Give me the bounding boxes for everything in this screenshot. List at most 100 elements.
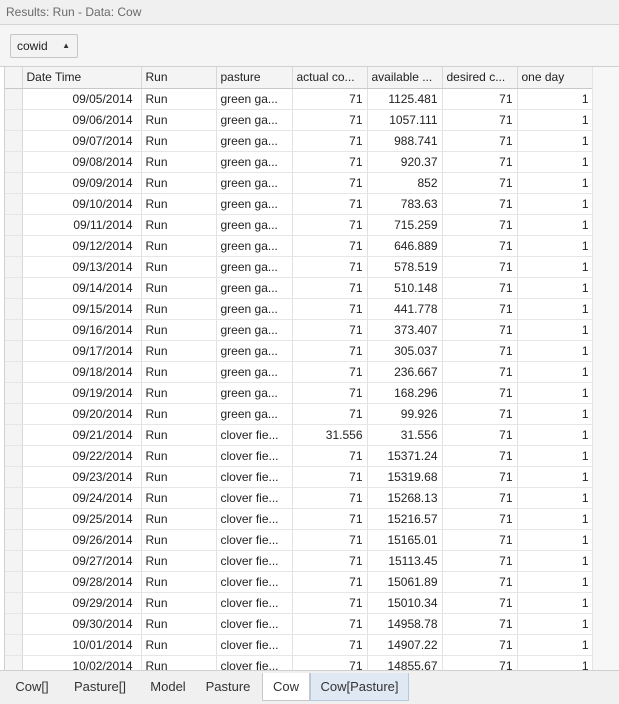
- one-day-cell[interactable]: 1: [517, 214, 594, 236]
- tab-cow-pasture[interactable]: Cow[Pasture]: [310, 673, 409, 701]
- available-cell[interactable]: 783.63: [367, 193, 443, 215]
- date-time-cell[interactable]: 09/20/2014: [22, 403, 142, 425]
- desired-consumption-cell[interactable]: 71: [442, 151, 518, 173]
- pasture-cell[interactable]: green ga...: [216, 214, 293, 236]
- table-row[interactable]: 09/28/2014 Run clover fie... 71 15061.89 71 1: [5, 571, 594, 593]
- pasture-cell[interactable]: clover fie...: [216, 445, 293, 467]
- pasture-cell[interactable]: green ga...: [216, 298, 293, 320]
- tab-model[interactable]: Model: [140, 673, 196, 701]
- pasture-cell[interactable]: green ga...: [216, 172, 293, 194]
- run-cell[interactable]: Run: [141, 403, 217, 425]
- one-day-cell[interactable]: 1: [517, 88, 594, 110]
- actual-consumption-cell[interactable]: 71: [292, 298, 368, 320]
- row-indicator[interactable]: [5, 466, 23, 488]
- one-day-cell[interactable]: 1: [517, 382, 594, 404]
- date-time-cell[interactable]: 09/29/2014: [22, 592, 142, 614]
- pasture-cell[interactable]: clover fie...: [216, 571, 293, 593]
- available-cell[interactable]: 14958.78: [367, 613, 443, 635]
- desired-consumption-cell[interactable]: 71: [442, 88, 518, 110]
- date-time-cell[interactable]: 09/17/2014: [22, 340, 142, 362]
- table-row[interactable]: 09/13/2014 Run green ga... 71 578.519 71 1: [5, 256, 594, 278]
- date-time-cell[interactable]: 09/12/2014: [22, 235, 142, 257]
- desired-consumption-cell[interactable]: 71: [442, 613, 518, 635]
- run-cell[interactable]: Run: [141, 130, 217, 152]
- desired-consumption-cell[interactable]: 71: [442, 466, 518, 488]
- row-indicator[interactable]: [5, 130, 23, 152]
- row-indicator[interactable]: [5, 88, 23, 110]
- one-day-cell[interactable]: 1: [517, 340, 594, 362]
- row-indicator[interactable]: [5, 298, 23, 320]
- actual-consumption-cell[interactable]: 71: [292, 466, 368, 488]
- desired-consumption-cell[interactable]: 71: [442, 277, 518, 299]
- one-day-cell[interactable]: 1: [517, 403, 594, 425]
- tab-pasture[interactable]: Pasture: [198, 673, 258, 701]
- row-indicator[interactable]: [5, 319, 23, 341]
- actual-consumption-cell[interactable]: 71: [292, 361, 368, 383]
- desired-consumption-cell[interactable]: 71: [442, 172, 518, 194]
- actual-consumption-cell[interactable]: 71: [292, 151, 368, 173]
- date-time-cell[interactable]: 09/10/2014: [22, 193, 142, 215]
- date-time-cell[interactable]: 09/26/2014: [22, 529, 142, 551]
- date-time-cell[interactable]: 10/01/2014: [22, 634, 142, 656]
- row-indicator[interactable]: [5, 613, 23, 635]
- desired-consumption-cell[interactable]: 71: [442, 508, 518, 530]
- row-indicator[interactable]: [5, 382, 23, 404]
- run-cell[interactable]: Run: [141, 466, 217, 488]
- row-indicator[interactable]: [5, 277, 23, 299]
- available-cell[interactable]: 15268.13: [367, 487, 443, 509]
- one-day-cell[interactable]: 1: [517, 151, 594, 173]
- one-day-cell[interactable]: 1: [517, 424, 594, 446]
- run-cell[interactable]: Run: [141, 88, 217, 110]
- row-indicator[interactable]: [5, 109, 23, 131]
- pasture-cell[interactable]: clover fie...: [216, 655, 293, 670]
- table-row[interactable]: 09/22/2014 Run clover fie... 71 15371.24 71 1: [5, 445, 594, 467]
- available-cell[interactable]: 373.407: [367, 319, 443, 341]
- row-indicator[interactable]: [5, 172, 23, 194]
- available-cell[interactable]: 646.889: [367, 235, 443, 257]
- desired-consumption-cell[interactable]: 71: [442, 529, 518, 551]
- desired-consumption-cell[interactable]: 71: [442, 340, 518, 362]
- row-indicator[interactable]: [5, 340, 23, 362]
- table-row[interactable]: 09/20/2014 Run green ga... 71 99.926 71 1: [5, 403, 594, 425]
- run-cell[interactable]: Run: [141, 382, 217, 404]
- available-cell[interactable]: 236.667: [367, 361, 443, 383]
- available-cell[interactable]: 15319.68: [367, 466, 443, 488]
- date-time-cell[interactable]: 09/27/2014: [22, 550, 142, 572]
- row-indicator[interactable]: [5, 550, 23, 572]
- one-day-cell[interactable]: 1: [517, 172, 594, 194]
- table-row[interactable]: 09/27/2014 Run clover fie... 71 15113.45 71 1: [5, 550, 594, 572]
- table-row[interactable]: 09/05/2014 Run green ga... 71 1125.481 71 1: [5, 88, 594, 110]
- available-cell[interactable]: 715.259: [367, 214, 443, 236]
- desired-consumption-cell[interactable]: 71: [442, 130, 518, 152]
- run-cell[interactable]: Run: [141, 277, 217, 299]
- table-row[interactable]: 09/29/2014 Run clover fie... 71 15010.34 71 1: [5, 592, 594, 614]
- one-day-cell[interactable]: 1: [517, 319, 594, 341]
- desired-consumption-cell[interactable]: 71: [442, 298, 518, 320]
- date-time-cell[interactable]: 09/25/2014: [22, 508, 142, 530]
- pasture-cell[interactable]: green ga...: [216, 340, 293, 362]
- actual-consumption-cell[interactable]: 71: [292, 319, 368, 341]
- available-cell[interactable]: 99.926: [367, 403, 443, 425]
- run-cell[interactable]: Run: [141, 550, 217, 572]
- run-cell[interactable]: Run: [141, 109, 217, 131]
- date-time-cell[interactable]: 09/14/2014: [22, 277, 142, 299]
- table-row[interactable]: 09/16/2014 Run green ga... 71 373.407 71 1: [5, 319, 594, 341]
- available-cell[interactable]: 510.148: [367, 277, 443, 299]
- actual-consumption-cell[interactable]: 71: [292, 529, 368, 551]
- available-cell[interactable]: 305.037: [367, 340, 443, 362]
- row-indicator[interactable]: [5, 529, 23, 551]
- date-time-cell[interactable]: 09/19/2014: [22, 382, 142, 404]
- desired-consumption-cell[interactable]: 71: [442, 634, 518, 656]
- tab-pasture-array[interactable]: Pasture[]: [63, 673, 137, 701]
- row-indicator[interactable]: [5, 424, 23, 446]
- pasture-cell[interactable]: green ga...: [216, 235, 293, 257]
- desired-consumption-cell[interactable]: 71: [442, 550, 518, 572]
- desired-consumption-cell[interactable]: 71: [442, 214, 518, 236]
- desired-consumption-cell[interactable]: 71: [442, 256, 518, 278]
- one-day-cell[interactable]: 1: [517, 487, 594, 509]
- run-cell[interactable]: Run: [141, 529, 217, 551]
- table-row[interactable]: 09/10/2014 Run green ga... 71 783.63 71 1: [5, 193, 594, 215]
- one-day-cell[interactable]: 1: [517, 235, 594, 257]
- desired-consumption-cell[interactable]: 71: [442, 487, 518, 509]
- desired-consumption-cell[interactable]: 71: [442, 109, 518, 131]
